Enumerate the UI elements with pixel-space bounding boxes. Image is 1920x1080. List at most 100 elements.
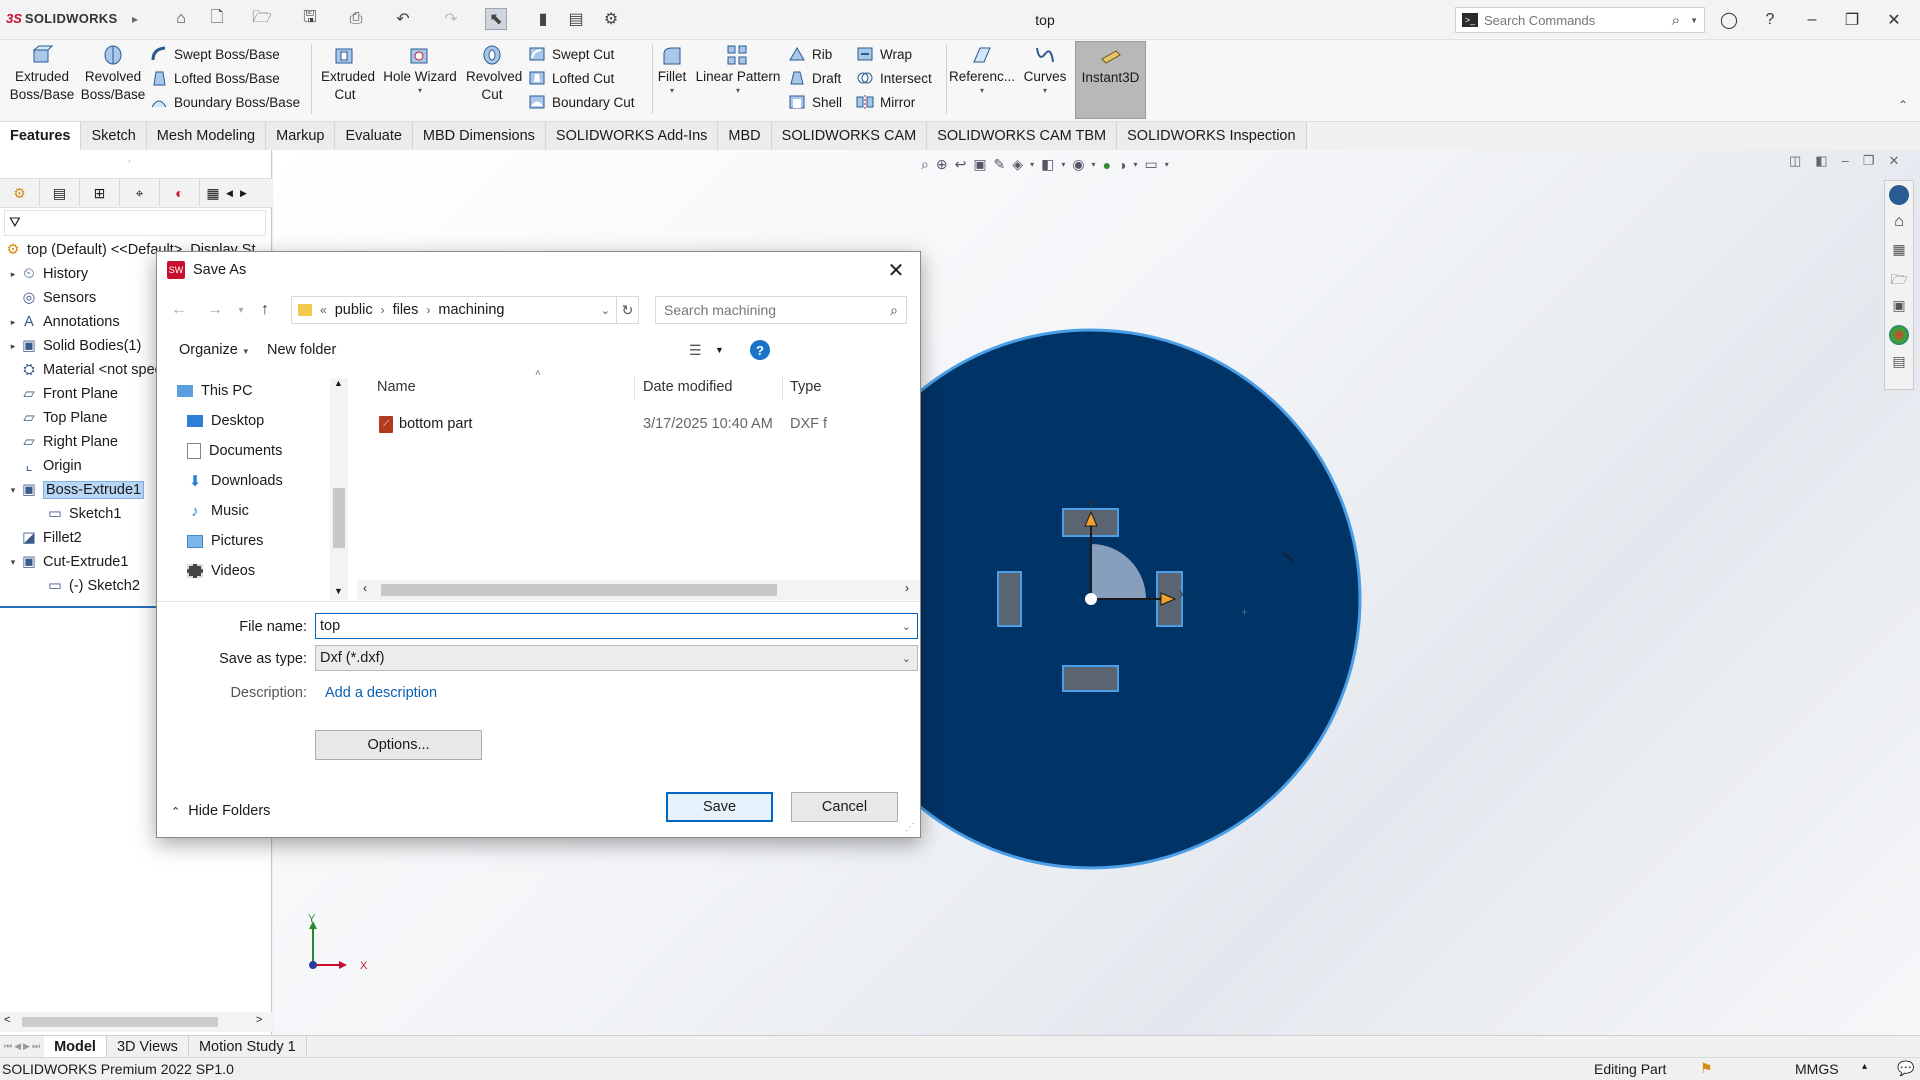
back-arrow-icon[interactable]: ← <box>165 296 193 324</box>
forward-arrow-icon[interactable]: → <box>201 296 229 324</box>
column-header-name[interactable]: Name <box>377 370 416 404</box>
unit-system-dropdown-icon[interactable]: ▴ <box>1862 1061 1867 1072</box>
refresh-button[interactable]: ↻ <box>617 296 639 324</box>
change-view-icon[interactable]: ☰ <box>689 342 702 359</box>
save-as-type-select[interactable]: Dxf (*.dxf) ⌄ <box>315 645 918 671</box>
custom-properties-icon[interactable]: ▤ <box>1889 353 1909 373</box>
options-gear-icon[interactable]: ⚙ <box>600 8 622 30</box>
file-properties-icon[interactable]: ▤ <box>565 8 587 30</box>
quick-tips-icon[interactable]: 💬 <box>1897 1060 1914 1077</box>
scroll-right-icon[interactable]: > <box>256 1014 262 1026</box>
search-commands-input[interactable]: >_ Search Commands ⌕ ▼ <box>1455 7 1705 33</box>
view-dropdown-icon[interactable]: ▼ <box>715 345 724 355</box>
nav-documents[interactable]: Documents <box>177 436 337 466</box>
tab-first-icon[interactable]: ⏮ <box>4 1041 12 1052</box>
tab-solidworks-cam[interactable]: SOLIDWORKS CAM <box>771 122 928 150</box>
extruded-boss-button[interactable]: Extruded Boss/Base <box>8 44 76 103</box>
resize-grip-icon[interactable]: ⋰ <box>905 822 915 833</box>
tree-expander-icon[interactable]: ▸ <box>6 317 20 328</box>
column-header-date[interactable]: Date modified <box>643 370 732 404</box>
save-button[interactable]: Save <box>666 792 773 822</box>
slot-left[interactable] <box>997 571 1022 627</box>
intersect-button[interactable]: Intersect <box>856 66 932 90</box>
draft-button[interactable]: Draft <box>788 66 842 90</box>
nav-desktop[interactable]: Desktop <box>177 406 337 436</box>
column-separator[interactable] <box>782 376 783 400</box>
mirror-button[interactable]: Mirror <box>856 90 932 114</box>
fillet-dropdown-icon[interactable]: ▾ <box>670 86 674 96</box>
search-icon[interactable]: ⌕ <box>1672 12 1680 29</box>
new-document-icon[interactable]: 🗋 <box>206 8 228 30</box>
nav-downloads[interactable]: ⬇ Downloads <box>177 466 337 496</box>
home-icon[interactable]: ⌂ <box>170 8 192 30</box>
tab-3d-views[interactable]: 3D Views <box>107 1035 189 1058</box>
reference-dropdown-icon[interactable]: ▾ <box>980 86 984 96</box>
nav-music[interactable]: ♪ Music <box>177 496 337 526</box>
linear-pattern-dropdown-icon[interactable]: ▾ <box>736 86 740 96</box>
lofted-boss-button[interactable]: Lofted Boss/Base <box>150 66 300 90</box>
print-icon[interactable]: ⎙ <box>345 8 367 30</box>
tab-mesh-modeling[interactable]: Mesh Modeling <box>146 122 267 150</box>
nav-scroll-thumb[interactable] <box>333 488 345 548</box>
property-manager-tab-icon[interactable]: ▤ <box>40 180 80 206</box>
new-folder-button[interactable]: New folder <box>267 342 336 358</box>
solidworks-logo[interactable]: 3S SOLIDWORKS <box>6 11 117 26</box>
menu-expand-icon[interactable]: ▸ <box>132 12 138 26</box>
address-bar[interactable]: « public › files › machining ⌄ <box>291 296 617 324</box>
tree-expander-icon[interactable]: ▾ <box>6 485 20 496</box>
panel-horizontal-scrollbar[interactable]: < > <box>0 1012 272 1032</box>
swept-cut-button[interactable]: Swept Cut <box>528 42 635 66</box>
nav-videos[interactable]: Videos <box>177 556 337 586</box>
nav-pictures[interactable]: Pictures <box>177 526 337 556</box>
panel-tab-left-arrow-icon[interactable]: ◀ <box>226 188 240 199</box>
breadcrumb-machining[interactable]: machining <box>438 302 504 318</box>
linear-pattern-button[interactable]: Linear Pattern ▾ <box>694 44 782 96</box>
wrap-button[interactable]: Wrap <box>856 42 932 66</box>
tab-sketch[interactable]: Sketch <box>81 122 147 150</box>
panel-splitter-handle[interactable]: ◦ <box>128 156 131 166</box>
minimize-icon[interactable]: – <box>1799 8 1825 32</box>
tree-expander-icon[interactable]: ▾ <box>6 557 20 568</box>
boundary-boss-button[interactable]: Boundary Boss/Base <box>150 90 300 114</box>
chevron-down-icon[interactable]: ▼ <box>1690 16 1698 25</box>
tab-evaluate[interactable]: Evaluate <box>335 122 413 150</box>
boundary-cut-button[interactable]: Boundary Cut <box>528 90 635 114</box>
dimxpert-manager-tab-icon[interactable]: ⌖ <box>120 180 160 206</box>
scroll-left-icon[interactable]: < <box>4 1014 10 1026</box>
save-icon[interactable]: 🖫 <box>299 8 321 30</box>
help-icon[interactable]: ? <box>1757 8 1783 32</box>
restore-icon[interactable]: ❐ <box>1839 8 1865 32</box>
user-account-icon[interactable]: ◯ <box>1716 8 1742 32</box>
feature-manager-tab-icon[interactable]: ⚙ <box>0 180 40 206</box>
address-dropdown-icon[interactable]: ⌄ <box>601 304 610 317</box>
tab-markup[interactable]: Markup <box>266 122 336 150</box>
scroll-up-icon[interactable]: ▲ <box>334 378 343 388</box>
fillet-button[interactable]: Fillet ▾ <box>654 44 690 96</box>
curves-dropdown-icon[interactable]: ▾ <box>1043 86 1047 96</box>
design-library-icon[interactable]: ▦ <box>1889 241 1909 261</box>
slot-bottom[interactable] <box>1062 665 1119 692</box>
undo-icon[interactable]: ↶ <box>392 8 414 30</box>
feature-filter-input[interactable]: ⛛ <box>4 210 266 236</box>
origin-point[interactable] <box>1085 593 1097 605</box>
search-folder-input[interactable]: Search machining ⌕ <box>655 296 907 324</box>
tree-expander-icon[interactable]: ▸ <box>6 269 20 280</box>
file-list-scroll-thumb[interactable] <box>381 584 777 596</box>
add-description-link[interactable]: Add a description <box>325 685 437 701</box>
help-icon[interactable]: ? <box>750 340 770 360</box>
swept-boss-button[interactable]: Swept Boss/Base <box>150 42 300 66</box>
close-icon[interactable]: ✕ <box>1881 8 1907 32</box>
options-button[interactable]: Options... <box>315 730 482 760</box>
hide-folders-toggle[interactable]: ⌃ Hide Folders <box>171 803 270 819</box>
nav-pane-scrollbar[interactable]: ▲ ▼ <box>330 378 348 600</box>
nav-this-pc[interactable]: This PC <box>177 376 337 406</box>
breadcrumb-public[interactable]: public <box>335 302 373 318</box>
cancel-button[interactable]: Cancel <box>791 792 898 822</box>
redo-icon[interactable]: ↷ <box>440 8 462 30</box>
curves-button[interactable]: Curves ▾ <box>1020 44 1070 96</box>
tab-model[interactable]: Model <box>44 1035 107 1058</box>
panel-tab-right-arrow-icon[interactable]: ▶ <box>240 188 254 199</box>
tree-expander-icon[interactable]: ▸ <box>6 341 20 352</box>
display-manager-tab-icon[interactable]: ◐ <box>160 180 200 206</box>
tab-last-icon[interactable]: ⏭ <box>32 1041 40 1052</box>
